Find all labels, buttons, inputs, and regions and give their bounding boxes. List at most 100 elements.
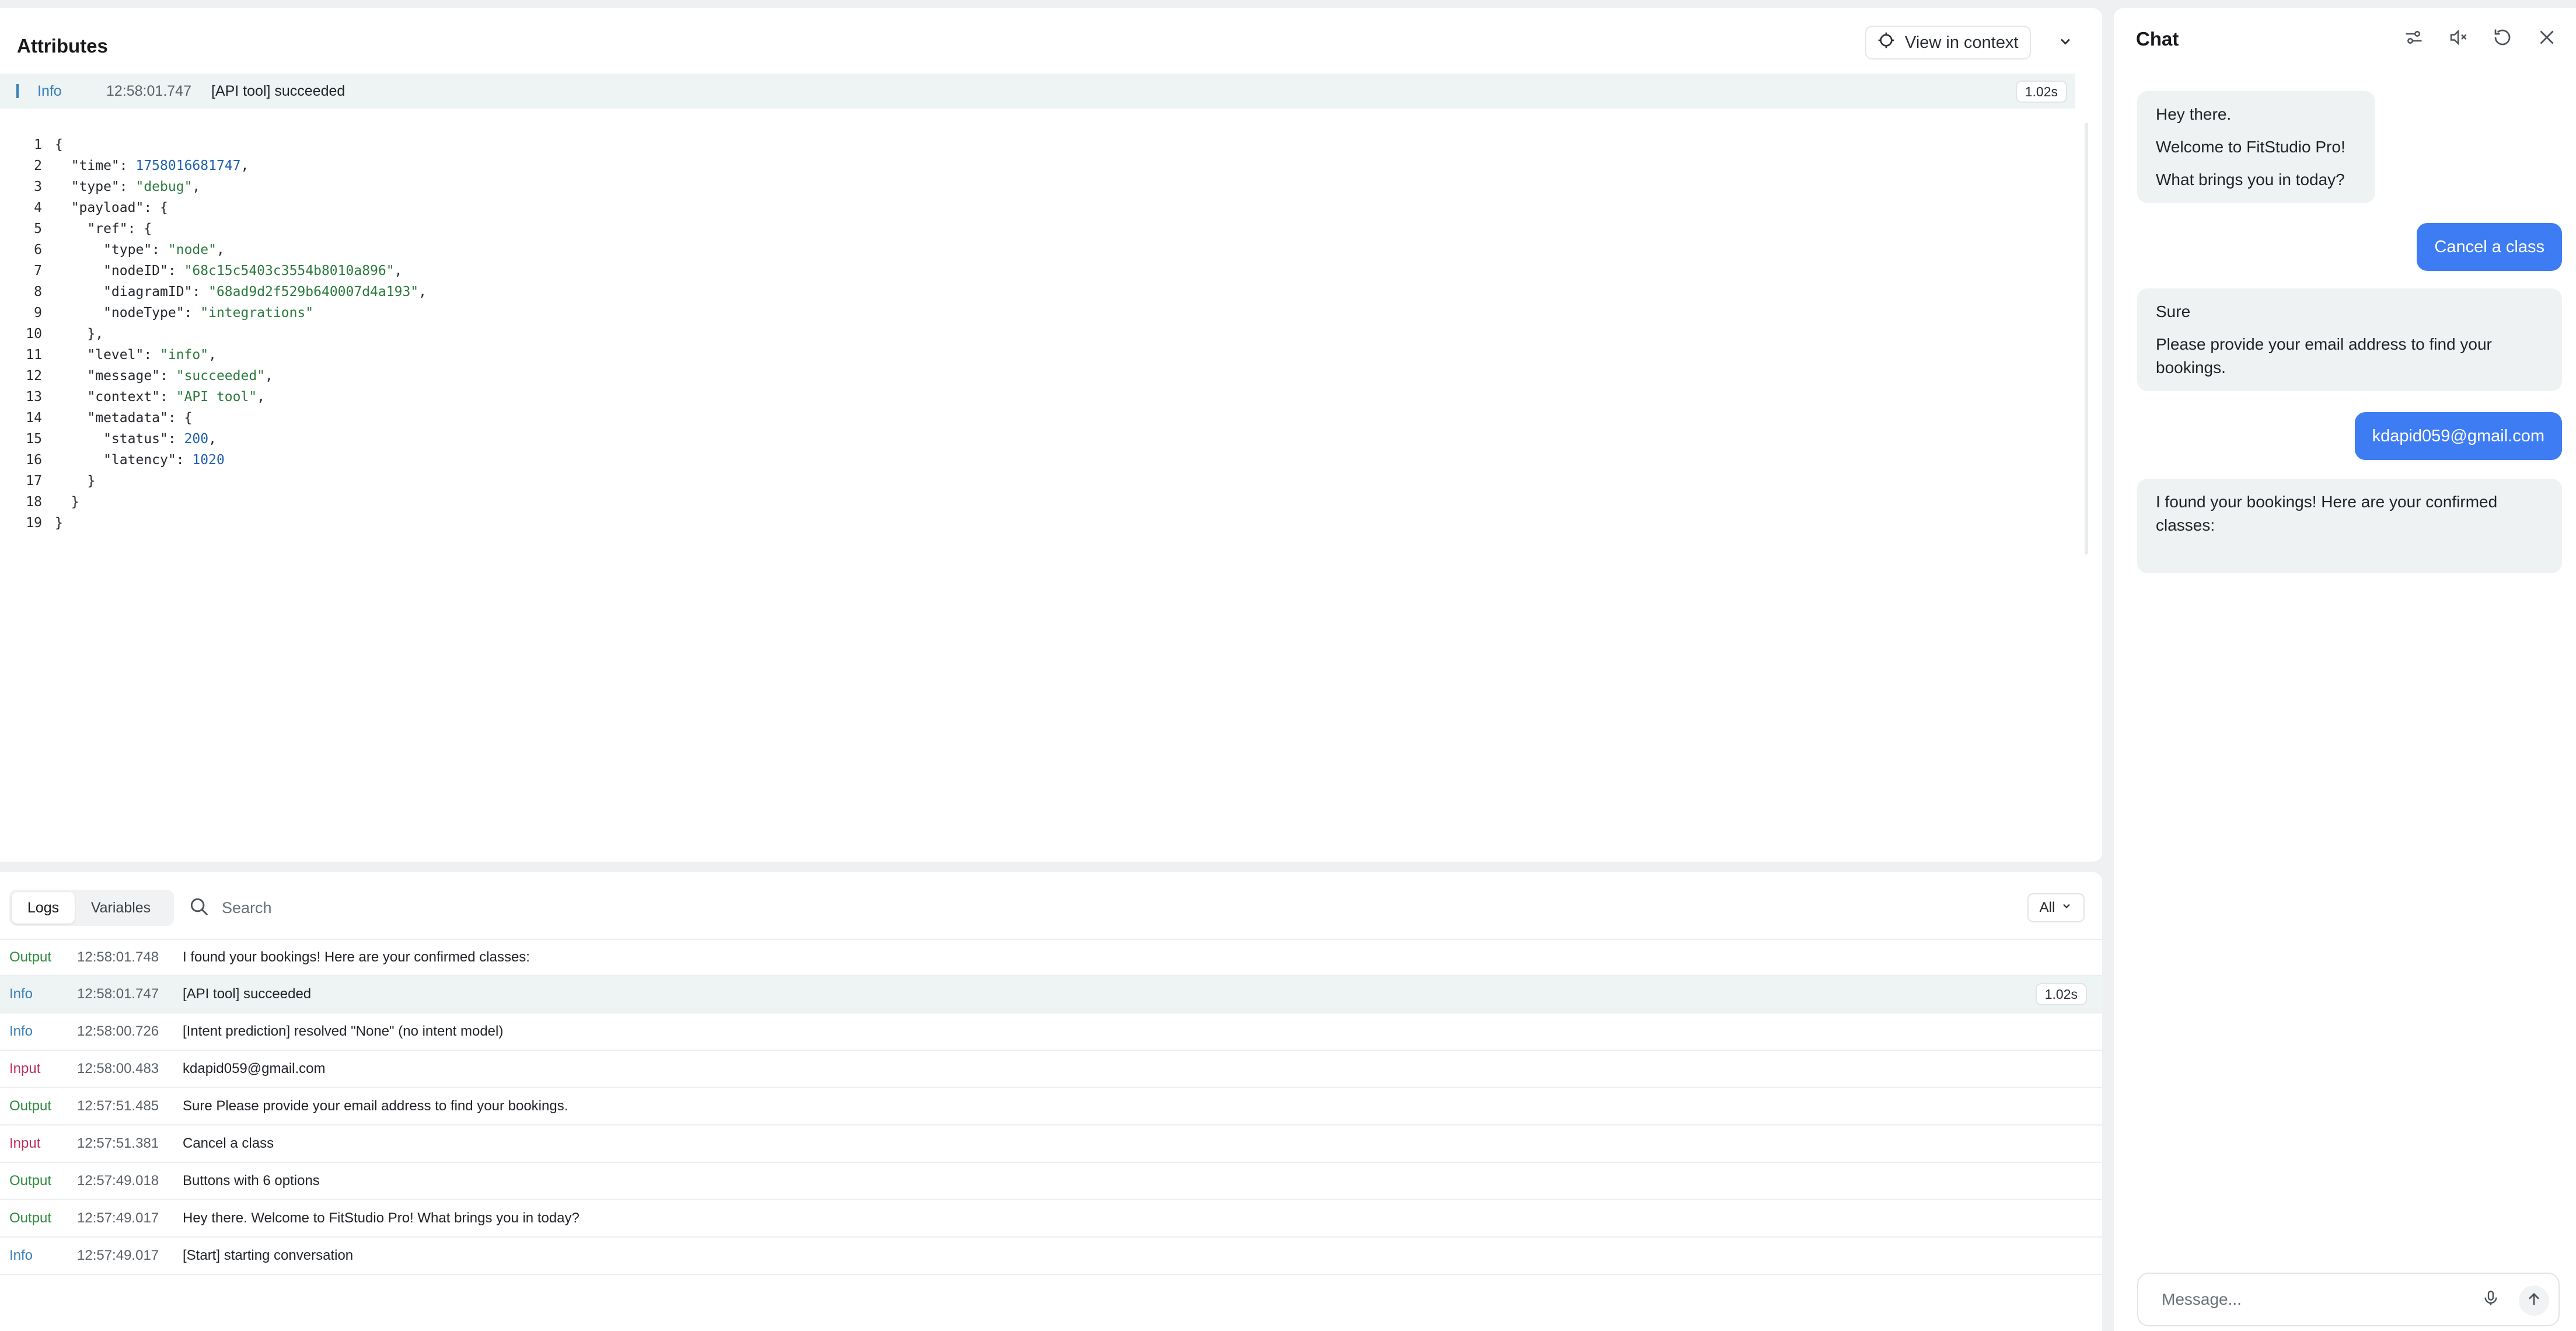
log-search — [188, 893, 888, 922]
code-line: 4 "payload": { — [0, 197, 2078, 218]
log-row[interactable]: Output 12:57:51.485 Sure Please provide yo… — [0, 1088, 2102, 1126]
code-line: 14 "metadata": { — [0, 407, 2078, 428]
bot-message: Hey there. Welcome to FitStudio Pro! Wha… — [2137, 91, 2375, 203]
chat-title: Chat — [2136, 28, 2179, 50]
log-timestamp: 12:57:49.017 — [77, 1248, 159, 1263]
code-line: 11 "level": "info", — [0, 344, 2078, 365]
log-timestamp: 12:57:49.017 — [77, 1210, 159, 1226]
code-text: "payload": { — [55, 200, 168, 215]
restart-icon[interactable] — [2491, 26, 2514, 49]
log-message: I found your bookings! Here are your con… — [183, 949, 530, 965]
log-row[interactable]: Input 12:58:00.483 kdapid059@gmail.com — [0, 1051, 2102, 1088]
tab-logs[interactable]: Logs — [12, 892, 75, 924]
message-line: Welcome to FitStudio Pro! — [2156, 138, 2345, 156]
code-line: 8 "diagramID": "68ad9d2f529b640007d4a193… — [0, 281, 2078, 302]
log-timestamp: 12:58:01.748 — [77, 949, 159, 965]
user-message: Cancel a class — [2417, 223, 2562, 271]
attributes-title: Attributes — [17, 35, 108, 57]
microphone-icon[interactable] — [2481, 1289, 2505, 1312]
log-message: Sure Please provide your email address t… — [183, 1098, 568, 1114]
line-number: 19 — [26, 515, 42, 531]
line-number: 7 — [34, 263, 42, 278]
log-list: Output 12:58:01.748 I found your bookings!… — [0, 939, 2102, 1275]
line-number: 1 — [34, 137, 42, 152]
message-input[interactable] — [2162, 1290, 2465, 1309]
code-text: "context": "API tool", — [55, 389, 266, 405]
log-row[interactable]: Info 12:57:49.017 [Start] starting convers… — [0, 1238, 2102, 1275]
log-row[interactable]: Output 12:57:49.018 Buttons with 6 options — [0, 1163, 2102, 1200]
log-message: kdapid059@gmail.com — [183, 1061, 326, 1076]
log-message: Buttons with 6 options — [183, 1173, 320, 1189]
line-number: 11 — [26, 347, 42, 363]
close-icon[interactable] — [2535, 26, 2558, 49]
log-row[interactable]: Info 12:58:00.726 [Intent prediction] reso… — [0, 1013, 2102, 1051]
code-line: 6 "type": "node", — [0, 239, 2078, 260]
code-text: }, — [55, 326, 104, 342]
chat-panel: Chat Hey there. Welcome to FitStudio Pro… — [2114, 8, 2576, 1331]
code-line: 18 } — [0, 492, 2078, 513]
code-line: 10 }, — [0, 323, 2078, 344]
code-text: "time": 1758016681747, — [55, 158, 249, 173]
log-level: Output — [9, 949, 52, 965]
log-timestamp: 12:57:51.485 — [77, 1098, 159, 1114]
tab-variables[interactable]: Variables — [75, 892, 167, 924]
view-in-context-label: View in context — [1905, 33, 2019, 52]
log-message: [Intent prediction] resolved "None" (no … — [183, 1023, 504, 1039]
message-composer — [2137, 1273, 2560, 1326]
line-number: 14 — [26, 410, 42, 426]
line-number: 2 — [34, 158, 42, 173]
log-row[interactable]: Info 12:58:01.747 [API tool] succeeded 1.02… — [0, 976, 2102, 1013]
code-line: 13 "context": "API tool", — [0, 386, 2078, 407]
line-number: 15 — [26, 431, 42, 447]
selected-indicator — [16, 84, 19, 98]
code-text: "diagramID": "68ad9d2f529b640007d4a193", — [55, 284, 427, 299]
code-text: "ref": { — [55, 221, 152, 236]
collapse-attributes-button[interactable] — [2055, 33, 2075, 53]
level-filter-dropdown[interactable]: All — [2027, 893, 2085, 922]
search-icon — [188, 896, 210, 921]
log-timestamp: 12:58:00.483 — [77, 1061, 159, 1076]
log-row[interactable]: Output 12:58:01.748 I found your bookings!… — [0, 939, 2102, 976]
bot-message: Sure Please provide your email address t… — [2137, 288, 2562, 391]
code-line: 17 } — [0, 471, 2078, 492]
code-scrollbar[interactable] — [2085, 123, 2088, 555]
attributes-panel: Attributes View in context Info 12:58:01… — [0, 8, 2102, 862]
line-number: 5 — [34, 221, 42, 236]
logs-tab-switcher: Logs Variables — [9, 890, 174, 926]
code-text: } — [55, 473, 96, 489]
message-line: I found your bookings! Here are your con… — [2156, 493, 2498, 534]
log-level: Output — [9, 1098, 52, 1114]
code-line: 16 "latency": 1020 — [0, 450, 2078, 471]
mute-icon[interactable] — [2446, 26, 2470, 49]
code-line: 5 "ref": { — [0, 218, 2078, 239]
message-line: What brings you in today? — [2156, 170, 2345, 189]
line-number: 12 — [26, 368, 42, 384]
json-code-viewer: 1{2 "time": 1758016681747, 3 "type": "deb… — [0, 134, 2078, 534]
code-line: 12 "message": "succeeded", — [0, 365, 2078, 386]
code-text: "latency": 1020 — [55, 452, 225, 468]
line-number: 18 — [26, 494, 42, 510]
duration-badge: 1.02s — [2015, 81, 2067, 103]
line-number: 16 — [26, 452, 42, 468]
send-button[interactable] — [2519, 1285, 2549, 1316]
search-input[interactable] — [222, 898, 805, 917]
code-text: { — [55, 137, 63, 152]
arrow-up-icon — [2525, 1290, 2543, 1312]
code-line: 9 "nodeType": "integrations" — [0, 302, 2078, 323]
message-line: Please provide your email address to fin… — [2156, 335, 2492, 377]
chat-toolbar — [2402, 26, 2558, 49]
line-number: 6 — [34, 242, 42, 257]
code-text: } — [55, 494, 79, 510]
log-message: [Start] starting conversation — [183, 1248, 354, 1263]
log-row[interactable]: Output 12:57:49.017 Hey there. Welcome to … — [0, 1200, 2102, 1238]
code-text: "status": 200, — [55, 431, 217, 447]
settings-sliders-icon[interactable] — [2402, 26, 2425, 49]
user-message: kdapid059@gmail.com — [2354, 412, 2562, 460]
code-line: 7 "nodeID": "68c15c5403c3554b8010a896", — [0, 260, 2078, 281]
view-in-context-button[interactable]: View in context — [1865, 26, 2031, 60]
duration-badge: 1.02s — [2035, 983, 2087, 1005]
log-row[interactable]: Input 12:57:51.381 Cancel a class — [0, 1126, 2102, 1163]
code-text: "nodeID": "68c15c5403c3554b8010a896", — [55, 263, 403, 278]
log-level: Info — [9, 1248, 33, 1263]
code-line: 15 "status": 200, — [0, 428, 2078, 450]
